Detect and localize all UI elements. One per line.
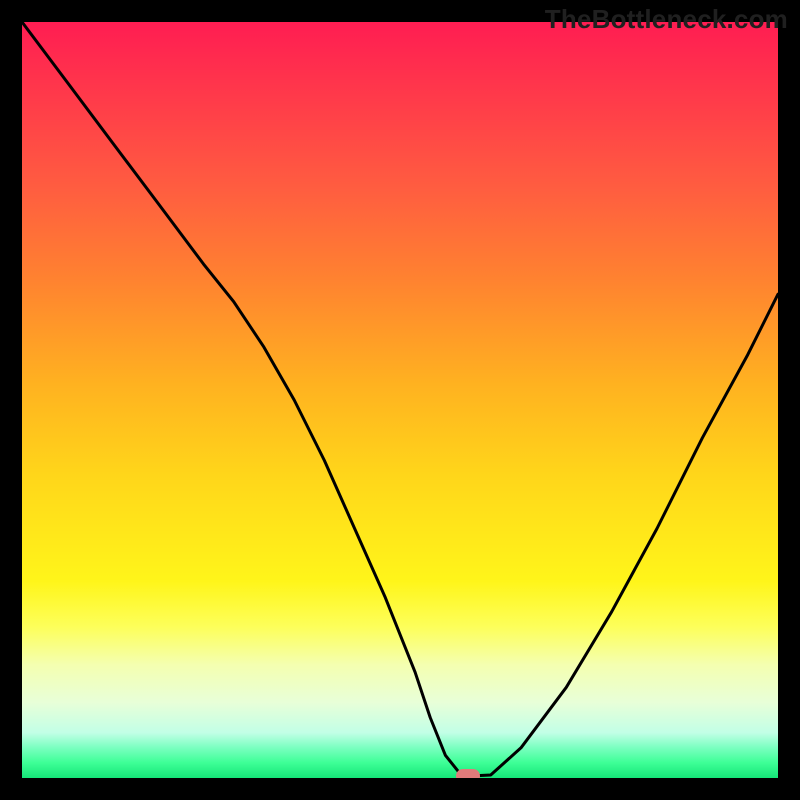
watermark-text: TheBottleneck.com bbox=[545, 4, 788, 35]
curve-path bbox=[22, 22, 778, 776]
bottleneck-curve bbox=[22, 22, 778, 778]
plot-area bbox=[22, 22, 778, 778]
chart-frame: TheBottleneck.com bbox=[0, 0, 800, 800]
optimal-marker bbox=[456, 769, 480, 778]
